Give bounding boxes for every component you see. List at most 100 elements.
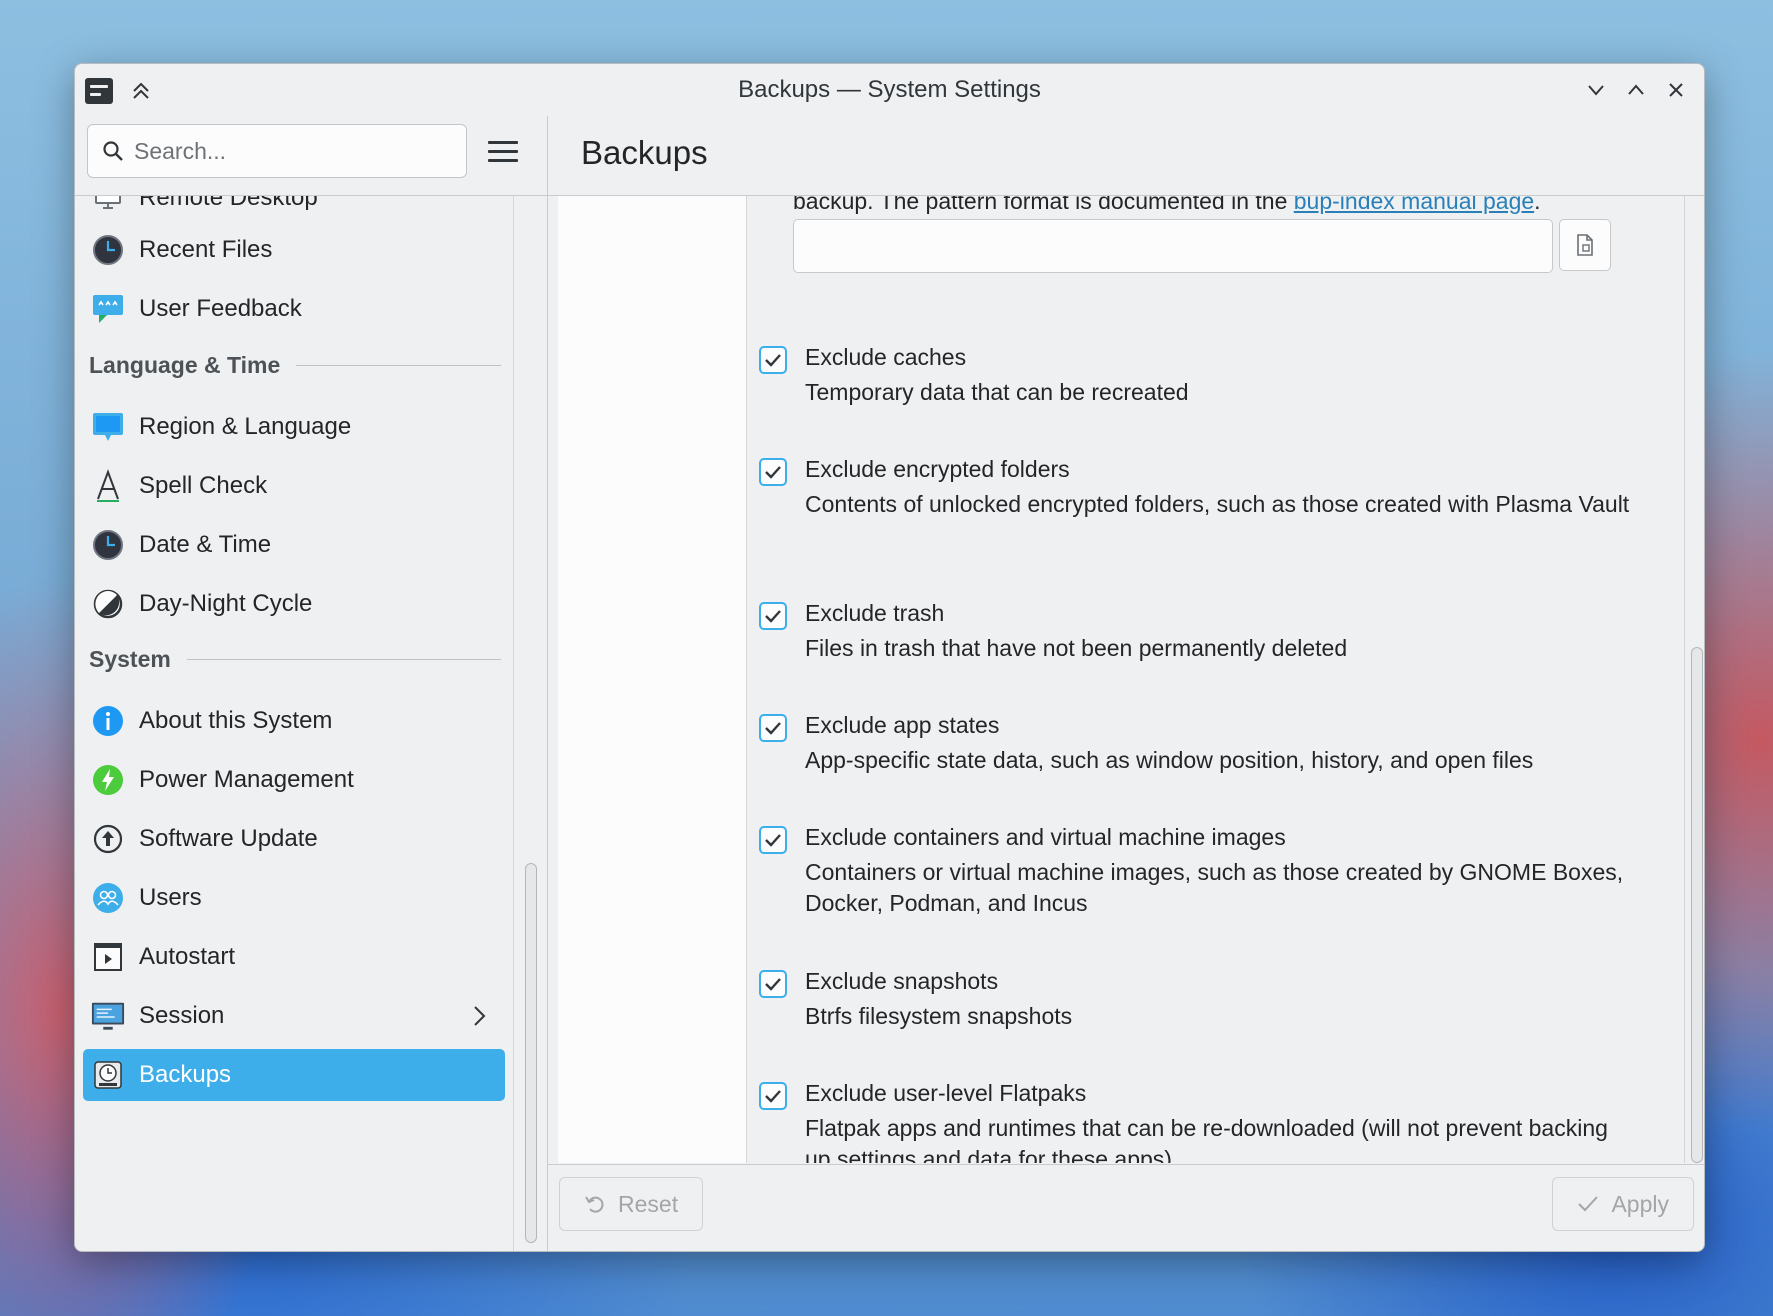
checkbox[interactable] [759, 602, 787, 630]
sidebar-item-users[interactable]: Users [83, 872, 505, 924]
pattern-help-prefix: backup. The pattern format is documented… [793, 196, 1294, 214]
checkmark-icon [765, 610, 781, 623]
sidebar-item-label: Session [139, 1002, 225, 1029]
toolbar-separator [547, 116, 548, 196]
option-label[interactable]: Exclude app states [805, 712, 999, 739]
option-description: Files in trash that have not been perman… [805, 635, 1348, 661]
sidebar-item-label: Power Management [139, 766, 354, 793]
open-file-button[interactable] [1559, 219, 1611, 271]
close-icon[interactable] [1662, 76, 1690, 104]
content-scrollbar[interactable] [1691, 647, 1703, 1163]
sidebar-item-remote-desktop[interactable]: Remote Desktop [83, 196, 505, 224]
option-description: App-specific state data, such as window … [805, 747, 1534, 773]
reset-button[interactable]: Reset [559, 1177, 704, 1231]
sidebar-item-session[interactable]: Session [83, 990, 505, 1042]
window-title: Backups — System Settings [738, 76, 1041, 103]
checkmark-icon [765, 978, 781, 991]
clock-icon [91, 528, 125, 562]
section-title: Language & Time [89, 352, 281, 378]
option-description: Flatpak apps and runtimes that can be re… [805, 1115, 1608, 1163]
clock-icon [91, 233, 125, 267]
sidebar-item-label: Autostart [139, 943, 236, 970]
toolbar: Backups [75, 116, 1704, 196]
sidebar-item-spell-check[interactable]: Spell Check [83, 460, 505, 512]
checkbox[interactable] [759, 714, 787, 742]
option-label[interactable]: Exclude containers and virtual machine i… [805, 824, 1286, 851]
option-label[interactable]: Exclude trash [805, 600, 944, 627]
spellcheck-icon [91, 469, 125, 503]
content-right-border [1684, 196, 1685, 1163]
sidebar-item-label: Users [139, 884, 202, 911]
content-left-pane [558, 196, 746, 1163]
option-label[interactable]: Exclude user-level Flatpaks [805, 1080, 1086, 1107]
day-night-icon [91, 587, 125, 621]
checkmark-icon [765, 722, 781, 735]
sidebar-item-backups[interactable]: Backups [83, 1049, 505, 1101]
hamburger-menu-icon[interactable] [485, 133, 521, 169]
sidebar-item-label: About this System [139, 707, 333, 734]
page-title: Backups [581, 134, 708, 171]
sidebar: Remote Desktop Recent Files User Feedbac… [75, 196, 513, 1251]
sidebar-item-day-night-cycle[interactable]: Day-Night Cycle [83, 578, 505, 630]
exclude-pattern-field[interactable] [793, 219, 1553, 273]
backups-icon [91, 1058, 125, 1092]
region-icon [91, 410, 125, 444]
option-description: Btrfs filesystem snapshots [805, 1003, 1073, 1029]
sidebar-item-label: Spell Check [139, 472, 268, 499]
checkmark-icon [765, 834, 781, 847]
checkmark-icon [765, 1090, 781, 1103]
section-divider [296, 365, 501, 366]
sidebar-divider [513, 196, 514, 1251]
minimize-icon[interactable] [1582, 76, 1610, 104]
sidebar-item-label: Region & Language [139, 413, 352, 440]
checkbox[interactable] [759, 458, 787, 486]
option-label[interactable]: Exclude caches [805, 344, 966, 371]
content-separator [547, 196, 548, 1251]
pattern-help-end: . [1534, 196, 1541, 214]
checkbox[interactable] [759, 826, 787, 854]
sidebar-item-power-management[interactable]: Power Management [83, 754, 505, 806]
checkbox[interactable] [759, 346, 787, 374]
sidebar-item-autostart[interactable]: Autostart [83, 931, 505, 983]
sidebar-item-region-language[interactable]: Region & Language [83, 401, 505, 453]
sidebar-item-label: Date & Time [139, 531, 272, 558]
section-title: System [89, 646, 171, 672]
bup-index-manual-link[interactable]: bup-index manual page [1294, 196, 1534, 214]
power-icon [91, 763, 125, 797]
option-description: Temporary data that can be recreated [805, 379, 1189, 405]
checkbox[interactable] [759, 970, 787, 998]
sidebar-item-label: Software Update [139, 825, 318, 852]
sidebar-item-about-this-system[interactable]: About this System [83, 695, 505, 747]
section-header-system: System [89, 646, 501, 673]
checkmark-icon [765, 466, 781, 479]
sidebar-item-software-update[interactable]: Software Update [83, 813, 505, 865]
search-box[interactable] [87, 124, 467, 178]
users-icon [91, 881, 125, 915]
maximize-icon[interactable] [1622, 76, 1650, 104]
feedback-icon [91, 292, 125, 326]
search-input[interactable] [134, 137, 434, 165]
option-description: Containers or virtual machine images, su… [805, 859, 1624, 916]
document-open-icon [1577, 234, 1593, 256]
section-divider [186, 659, 501, 660]
remote-desktop-icon [91, 196, 125, 215]
apply-label: Apply [1611, 1190, 1669, 1217]
sidebar-item-date-time[interactable]: Date & Time [83, 519, 505, 571]
sidebar-item-user-feedback[interactable]: User Feedback [83, 283, 505, 335]
reset-label: Reset [618, 1190, 679, 1217]
checkmark-icon [1578, 1196, 1599, 1212]
sidebar-item-recent-files[interactable]: Recent Files [83, 224, 505, 276]
session-icon [91, 999, 125, 1033]
sidebar-item-label: Recent Files [139, 236, 273, 263]
main-content: backup. The pattern format is documented… [747, 196, 1684, 1163]
info-icon [91, 704, 125, 738]
sidebar-item-label: Backups [139, 1061, 232, 1088]
option-label[interactable]: Exclude encrypted folders [805, 456, 1070, 483]
sidebar-scrollbar[interactable] [525, 863, 537, 1243]
sidebar-item-label: Remote Desktop [139, 196, 318, 211]
apply-button[interactable]: Apply [1552, 1177, 1694, 1231]
option-description: Contents of unlocked encrypted folders, … [805, 491, 1630, 517]
pattern-help-text: backup. The pattern format is documented… [793, 196, 1541, 215]
checkbox[interactable] [759, 1082, 787, 1110]
option-label[interactable]: Exclude snapshots [805, 968, 998, 995]
